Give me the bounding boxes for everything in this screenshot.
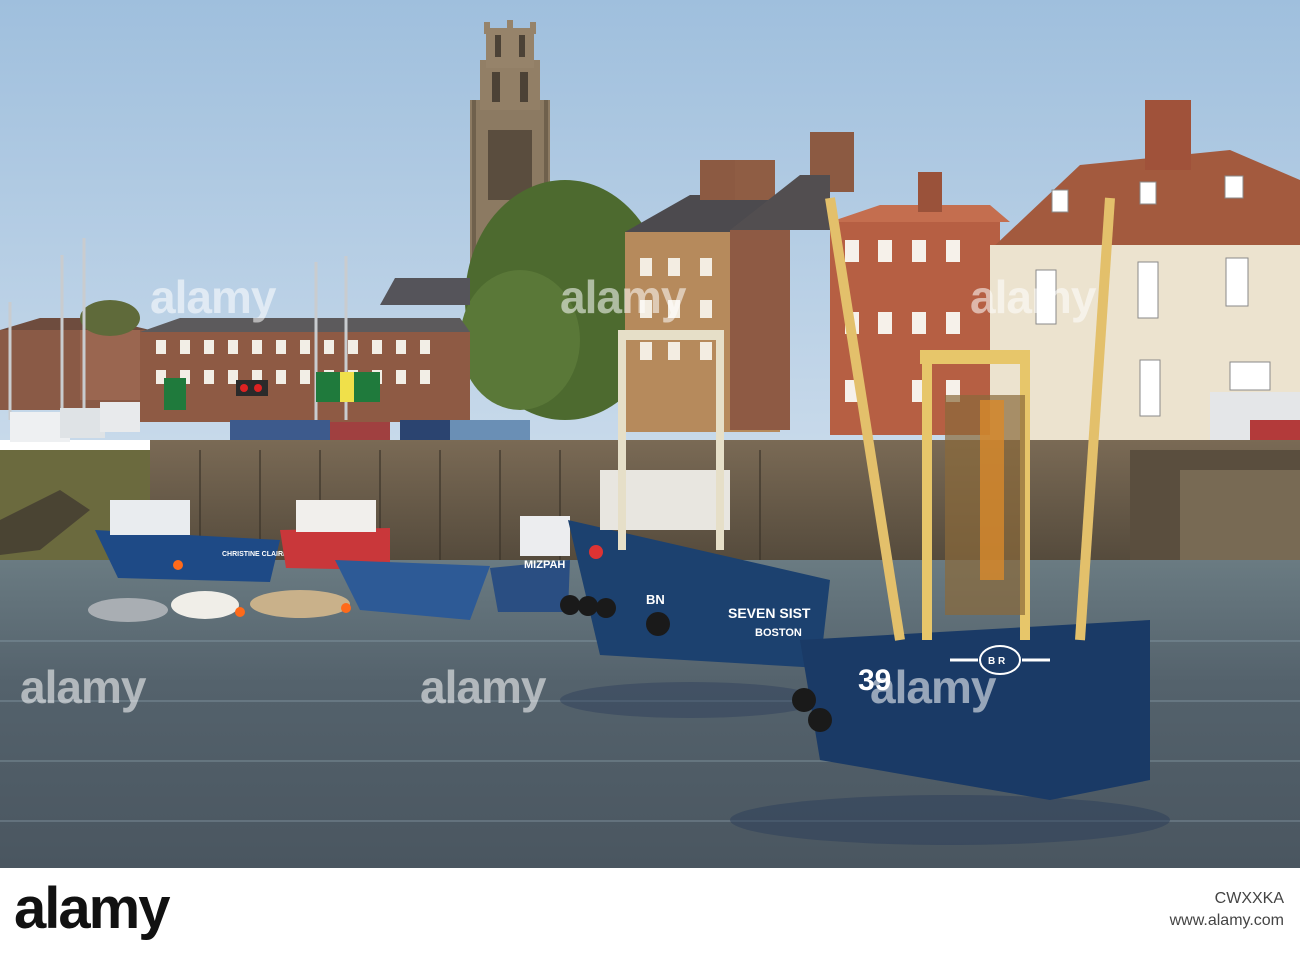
alamy-logo: alamy: [14, 876, 170, 941]
svg-text:CHRISTINE CLAIRE: CHRISTINE CLAIRE: [222, 551, 288, 558]
svg-text:SEVEN SIST: SEVEN SIST: [728, 605, 811, 621]
tree-left: [80, 300, 140, 336]
svg-text:BN: BN: [646, 592, 665, 607]
svg-text:B R: B R: [988, 656, 1006, 667]
left-buildings: [0, 318, 160, 410]
svg-text:MIZPAH: MIZPAH: [524, 559, 565, 571]
harbour-photo: CHRISTINE CLAIRE MIZPAH SEVEN SIST BOSTO…: [0, 0, 1300, 868]
image-id: CWXXKA: [1214, 890, 1284, 907]
site-url: www.alamy.com: [1169, 912, 1284, 929]
footer-info: CWXXKA www.alamy.com: [1170, 888, 1284, 932]
watermark-footer: alamy CWXXKA www.alamy.com: [0, 868, 1300, 956]
svg-text:39: 39: [858, 664, 891, 697]
svg-text:BOSTON: BOSTON: [755, 627, 802, 639]
boat-red: [280, 500, 390, 570]
